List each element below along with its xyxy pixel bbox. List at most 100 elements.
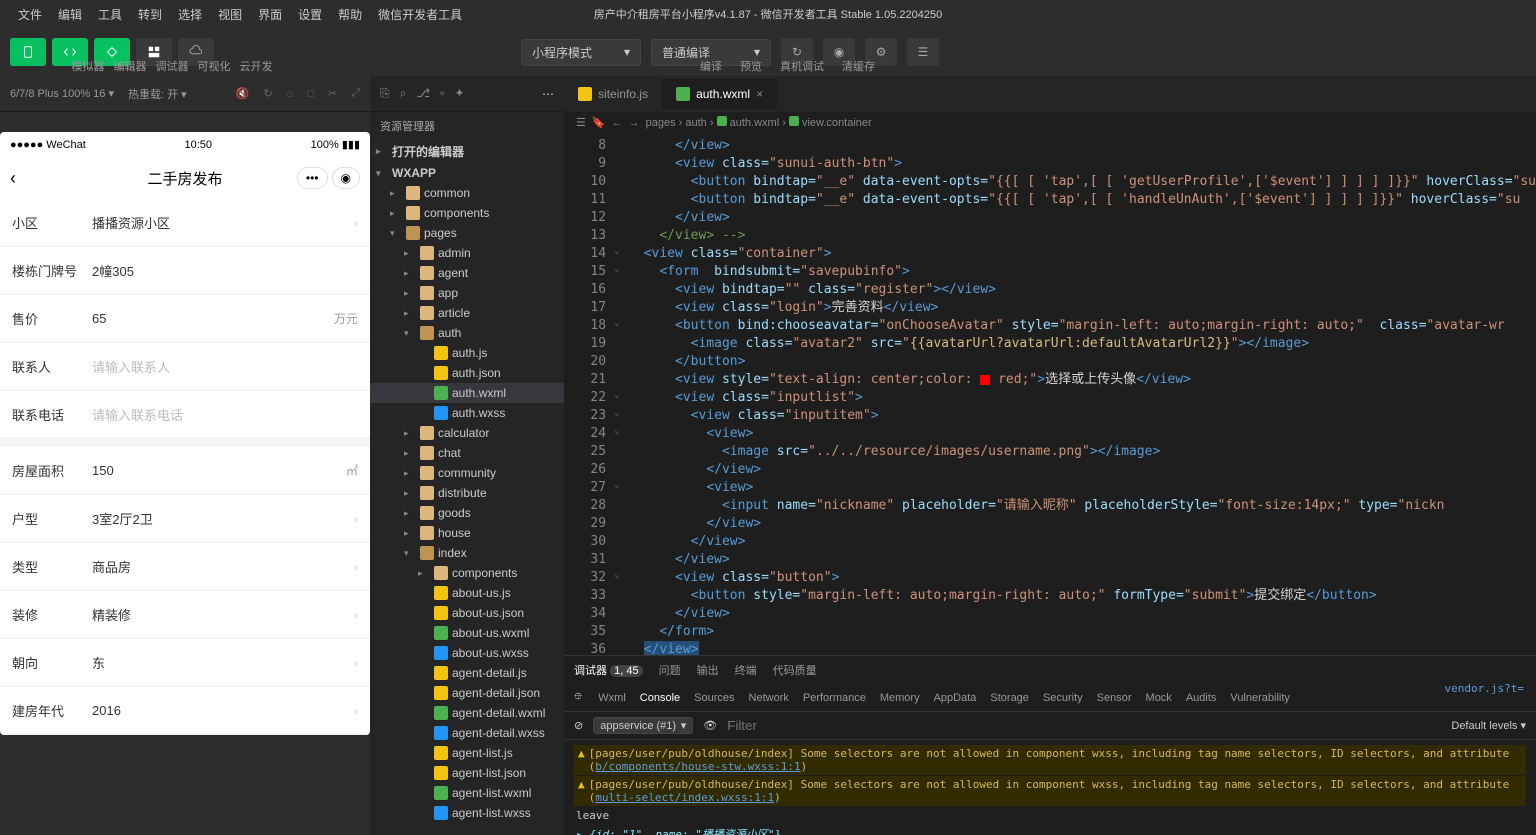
tree-about-us.wxml[interactable]: about-us.wxml — [370, 623, 564, 643]
mute-icon[interactable]: 🔇 — [236, 87, 250, 100]
device-select[interactable]: 6/7/8 Plus 100% 16 ▾ — [10, 87, 114, 100]
devtab-Network[interactable]: Network — [749, 692, 789, 704]
devtab-Vulnerability[interactable]: Vulnerability — [1230, 692, 1290, 704]
clear-cache-icon[interactable]: ☰ — [907, 38, 939, 66]
eye-icon[interactable]: 👁 — [703, 719, 717, 732]
form-row[interactable]: 装修 精装修 › — [0, 591, 370, 639]
devtab-Security[interactable]: Security — [1043, 692, 1083, 704]
tab-auth.wxml[interactable]: auth.wxml× — [662, 79, 777, 109]
menu-选择[interactable]: 选择 — [170, 4, 210, 26]
nav-fwd-icon[interactable]: → — [629, 117, 640, 129]
tree-agent-detail.json[interactable]: agent-detail.json — [370, 683, 564, 703]
tree-agent-list.wxml[interactable]: agent-list.wxml — [370, 783, 564, 803]
devtab-Performance[interactable]: Performance — [803, 692, 866, 704]
bookmark-icon[interactable]: 🔖 — [592, 116, 606, 129]
box-icon[interactable]: ▫ — [440, 86, 444, 101]
menu-工具[interactable]: 工具 — [90, 4, 130, 26]
form-row[interactable]: 楼栋门牌号 2幢305 — [0, 247, 370, 295]
tree-agent-list.wxss[interactable]: agent-list.wxss — [370, 803, 564, 823]
form-row[interactable]: 售价 65 万元 — [0, 295, 370, 343]
tree-community[interactable]: ▸ community — [370, 463, 564, 483]
tree-agent-list.js[interactable]: agent-list.js — [370, 743, 564, 763]
con-tab[interactable]: 终端 — [735, 662, 757, 678]
tree-agent-detail.wxml[interactable]: agent-detail.wxml — [370, 703, 564, 723]
tree-components[interactable]: ▸ components — [370, 203, 564, 223]
mode-select[interactable]: 小程序模式▾ — [521, 39, 641, 66]
tree-about-us.js[interactable]: about-us.js — [370, 583, 564, 603]
tree-auth.wxss[interactable]: auth.wxss — [370, 403, 564, 423]
filter-input[interactable] — [727, 718, 1441, 733]
context-select[interactable]: appservice (#1) ▾ — [593, 717, 693, 734]
menu-转到[interactable]: 转到 — [130, 4, 170, 26]
tree-distribute[interactable]: ▸ distribute — [370, 483, 564, 503]
tree-auth.json[interactable]: auth.json — [370, 363, 564, 383]
devtab-Console[interactable]: Console — [640, 692, 680, 704]
cut-icon[interactable]: ✂ — [328, 87, 337, 100]
form-row[interactable]: 房屋面积 150 ㎡ — [0, 447, 370, 495]
home-icon[interactable]: ⌂ — [287, 88, 294, 100]
more-icon[interactable]: ⋯ — [542, 87, 554, 101]
popout-icon[interactable]: ⤢ — [351, 87, 360, 100]
tree-agent[interactable]: ▸ agent — [370, 263, 564, 283]
tree-auth[interactable]: ▾ auth — [370, 323, 564, 343]
tree-pages[interactable]: ▾ pages — [370, 223, 564, 243]
tree-agent-detail.wxss[interactable]: agent-detail.wxss — [370, 723, 564, 743]
tree-goods[interactable]: ▸ goods — [370, 503, 564, 523]
menu-pill[interactable]: ••• — [297, 167, 328, 189]
fold-icon[interactable]: ☰ — [576, 116, 586, 129]
devtab-AppData[interactable]: AppData — [934, 692, 977, 704]
con-tab[interactable]: 代码质量 — [773, 662, 817, 678]
devtab-Sensor[interactable]: Sensor — [1097, 692, 1132, 704]
sparkle-icon[interactable]: ✦ — [454, 86, 464, 101]
tab-siteinfo.js[interactable]: siteinfo.js — [564, 79, 662, 109]
menu-视图[interactable]: 视图 — [210, 4, 250, 26]
tree-article[interactable]: ▸ article — [370, 303, 564, 323]
back-icon[interactable]: ‹ — [10, 168, 16, 189]
devtab-Memory[interactable]: Memory — [880, 692, 920, 704]
con-tab[interactable]: 调试器 1, 45 — [574, 662, 643, 678]
tree-app[interactable]: ▸ app — [370, 283, 564, 303]
menu-设置[interactable]: 设置 — [290, 4, 330, 26]
hot-reload[interactable]: 热重载: 开 ▾ — [128, 86, 187, 102]
tree-about-us.json[interactable]: about-us.json — [370, 603, 564, 623]
tree-calculator[interactable]: ▸ calculator — [370, 423, 564, 443]
menu-编辑[interactable]: 编辑 — [50, 4, 90, 26]
levels-select[interactable]: Default levels ▾ — [1451, 719, 1526, 732]
devtab-Mock[interactable]: Mock — [1146, 692, 1172, 704]
tree-components[interactable]: ▸ components — [370, 563, 564, 583]
menu-微信开发者工具[interactable]: 微信开发者工具 — [370, 4, 470, 26]
form-row[interactable]: 小区 播播资源小区 › — [0, 199, 370, 247]
tree-about-us.wxss[interactable]: about-us.wxss — [370, 643, 564, 663]
form-row[interactable]: 联系人 请输入联系人 — [0, 343, 370, 391]
code-area[interactable]: 8910111213141516171819202122232425262728… — [564, 133, 1536, 655]
tree-agent-detail.js[interactable]: agent-detail.js — [370, 663, 564, 683]
tree-auth.js[interactable]: auth.js — [370, 343, 564, 363]
menu-界面[interactable]: 界面 — [250, 4, 290, 26]
tree-admin[interactable]: ▸ admin — [370, 243, 564, 263]
form-row[interactable]: 朝向 东 › — [0, 639, 370, 687]
devtab-Audits[interactable]: Audits — [1186, 692, 1217, 704]
devtab-Sources[interactable]: Sources — [694, 692, 734, 704]
menu-帮助[interactable]: 帮助 — [330, 4, 370, 26]
section-wxapp[interactable]: ▾WXAPP — [370, 163, 564, 183]
branch-icon[interactable]: ⎇ — [416, 86, 430, 101]
tree-auth.wxml[interactable]: auth.wxml — [370, 383, 564, 403]
form-row[interactable]: 户型 3室2厅2卫 › — [0, 495, 370, 543]
devtab-Storage[interactable]: Storage — [990, 692, 1029, 704]
tree-index[interactable]: ▾ index — [370, 543, 564, 563]
nav-back-icon[interactable]: ← — [612, 117, 623, 129]
rotate-icon[interactable]: ↻ — [263, 87, 272, 100]
con-tab[interactable]: 输出 — [697, 662, 719, 678]
tree-chat[interactable]: ▸ chat — [370, 443, 564, 463]
close-pill[interactable]: ◉ — [332, 167, 360, 189]
form-row[interactable]: 类型 商品房 › — [0, 543, 370, 591]
con-tab[interactable]: 问题 — [659, 662, 681, 678]
tree-house[interactable]: ▸ house — [370, 523, 564, 543]
back-icon[interactable]: □ — [307, 88, 314, 100]
clear-icon[interactable]: ⊘ — [574, 719, 583, 732]
simulator-button[interactable] — [10, 38, 46, 66]
tree-agent-list.json[interactable]: agent-list.json — [370, 763, 564, 783]
form-row[interactable]: 建房年代 2016 › — [0, 687, 370, 735]
tree-common[interactable]: ▸ common — [370, 183, 564, 203]
section-editors[interactable]: ▸打开的编辑器 — [370, 140, 564, 163]
